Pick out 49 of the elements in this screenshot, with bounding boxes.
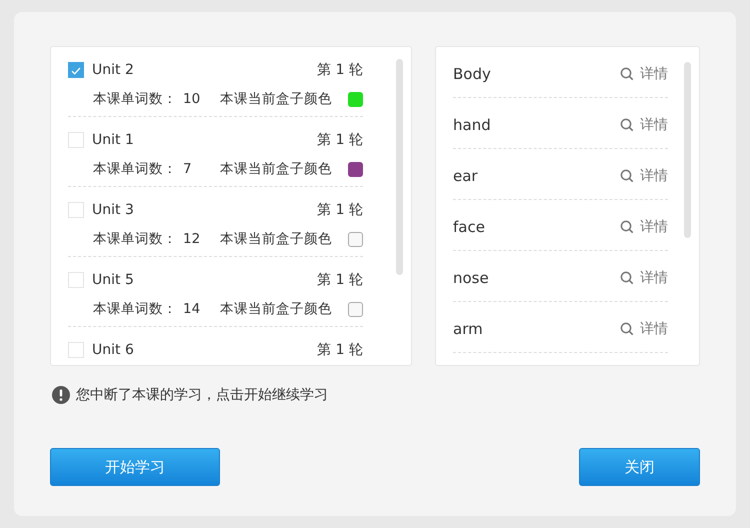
unit-name: Unit 3: [92, 202, 134, 218]
unit-name: Unit 5: [92, 272, 134, 288]
word-count-label: 本课单词数：: [93, 160, 177, 178]
details-link[interactable]: 详情: [640, 218, 668, 236]
round-label: 第 1 轮: [317, 131, 363, 149]
search-icon[interactable]: [620, 67, 634, 81]
word-count-label: 本课单词数：: [93, 300, 177, 318]
word-count: 12: [183, 231, 200, 247]
round-label: 第 1 轮: [317, 341, 363, 359]
round-label: 第 1 轮: [317, 271, 363, 289]
close-button[interactable]: 关闭: [579, 448, 700, 486]
details-link[interactable]: 详情: [640, 320, 668, 338]
word-text: hand: [453, 116, 491, 134]
unit-name: Unit 1: [92, 132, 134, 148]
word-count: 10: [183, 91, 200, 107]
empty-swatch: [348, 302, 363, 316]
box-color-label: 本课当前盒子颜色: [220, 230, 332, 248]
word-count-label: 本课单词数：: [93, 90, 177, 108]
search-icon[interactable]: [620, 271, 634, 285]
notice-text: 您中断了本课的学习，点击开始继续学习: [76, 386, 328, 404]
box-color-label: 本课当前盒子颜色: [220, 160, 332, 178]
unit-name: Unit 6: [92, 342, 134, 358]
box-color-label: 本课当前盒子颜色: [220, 300, 332, 318]
word-text: nose: [453, 269, 489, 287]
word-count: 14: [183, 301, 200, 317]
word-text: face: [453, 218, 485, 236]
word-count-label: 本课单词数：: [93, 230, 177, 248]
search-icon[interactable]: [620, 322, 634, 336]
start-button[interactable]: 开始学习: [50, 448, 220, 486]
word-text: arm: [453, 320, 483, 338]
word-count: 7: [183, 161, 192, 177]
search-icon[interactable]: [620, 169, 634, 183]
empty-swatch: [348, 232, 363, 246]
word-text: Body: [453, 65, 491, 83]
details-link[interactable]: 详情: [640, 269, 668, 287]
details-link[interactable]: 详情: [640, 116, 668, 134]
details-link[interactable]: 详情: [640, 65, 668, 83]
unit-name: Unit 2: [92, 62, 134, 78]
details-link[interactable]: 详情: [640, 167, 668, 185]
scrollbar[interactable]: [396, 59, 403, 275]
checkbox[interactable]: [68, 62, 84, 78]
alert-icon: [52, 386, 70, 404]
search-icon[interactable]: [620, 118, 634, 132]
round-label: 第 1 轮: [317, 61, 363, 79]
round-label: 第 1 轮: [317, 201, 363, 219]
box-color-label: 本课当前盒子颜色: [220, 90, 332, 108]
word-text: ear: [453, 167, 478, 185]
search-icon[interactable]: [620, 220, 634, 234]
scrollbar[interactable]: [684, 62, 691, 238]
